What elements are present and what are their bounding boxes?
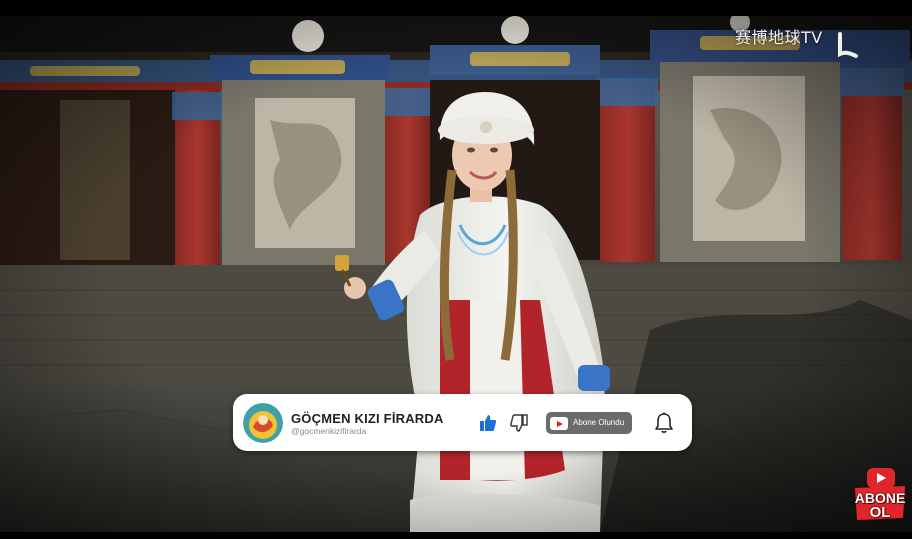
watermark-logo-icon [838,32,858,58]
badge-line2: OL [869,504,891,521]
subscribe-card: GÖÇMEN KIZI FİRARDA @gocmenkizifirarda A… [233,394,692,451]
like-button[interactable] [479,414,497,432]
video-frame: 赛博地球TV GÖÇMEN KIZI FİRARDA @gocmenkizifi… [0,0,912,539]
youtube-play-icon [550,417,568,430]
video-scene [0,16,912,532]
channel-handle: @gocmenkizifirarda [291,426,367,436]
subscribe-label: Abone Olundu [573,418,625,427]
subscribe-badge[interactable]: ABONE OL [851,466,909,522]
watermark-text: 赛博地球TV [735,28,823,47]
notification-bell-button[interactable] [654,412,674,434]
channel-name[interactable]: GÖÇMEN KIZI FİRARDA [291,411,444,426]
dislike-button[interactable] [510,414,528,432]
letterbox-bottom [0,532,912,539]
thumbs-up-icon [480,415,497,431]
subscribe-button[interactable]: Abone Olundu [546,412,632,434]
channel-avatar[interactable] [243,403,283,443]
bell-icon [655,412,673,433]
thumbs-down-icon [510,414,528,432]
avatar-image [243,403,283,443]
letterbox-top [0,0,912,16]
